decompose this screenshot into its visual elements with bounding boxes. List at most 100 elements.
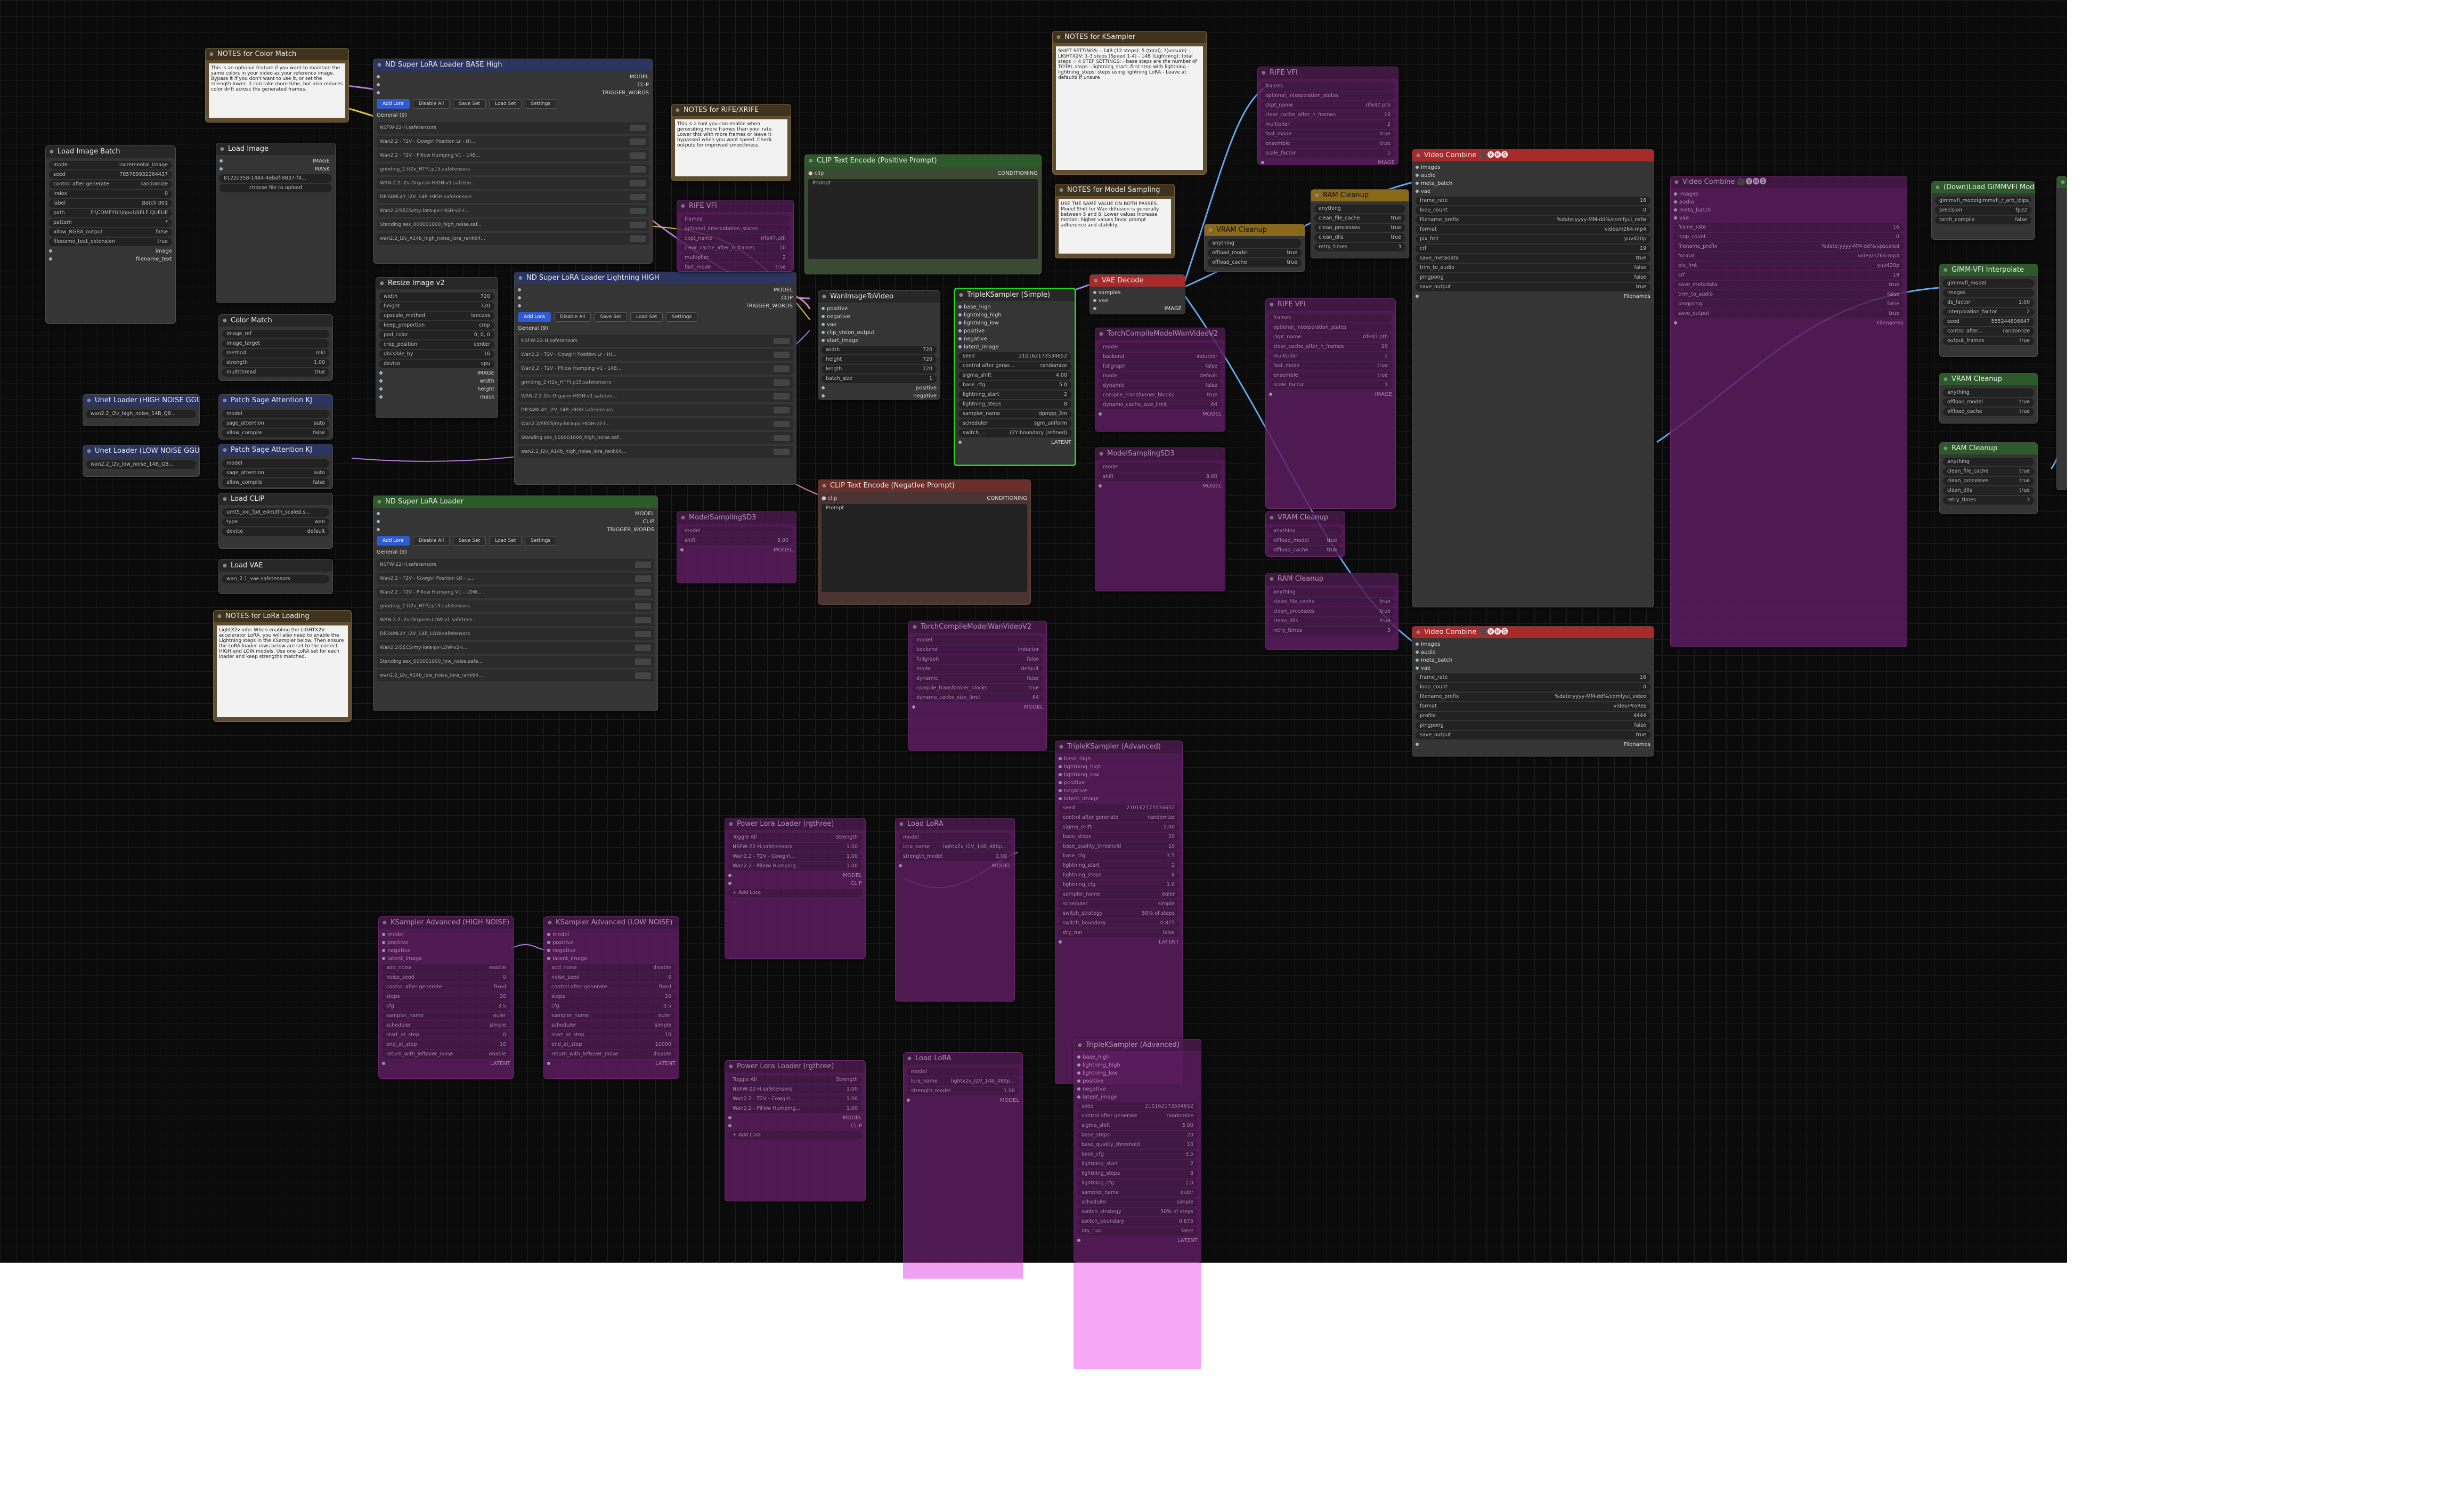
widget-nsfw-22-h-safetensors[interactable]: NSFW-22-H.safetensors 1.00 bbox=[728, 1085, 862, 1094]
vae-name-select[interactable]: wan_2.1_vae.safetensors bbox=[222, 575, 329, 583]
node-unet-loader-low[interactable]: Unet Loader (LOW NOISE GGUF) wan2.2_i2v_… bbox=[83, 445, 200, 477]
input-slot[interactable]: vae bbox=[1674, 214, 1904, 222]
output-slot[interactable]: MODEL bbox=[680, 546, 793, 554]
lora-row[interactable]: DR34ML4Y_I2V_14B_HIGH.safetensors bbox=[518, 404, 793, 416]
widget-lightning-start[interactable]: lightning_start 2 bbox=[1077, 1160, 1198, 1168]
output-slot[interactable]: IMAGE bbox=[1261, 159, 1395, 165]
node-load-image-batch[interactable]: Load Image Batch mode incremental_imagese… bbox=[45, 145, 176, 324]
node-torch-compile-2-bypassed[interactable]: TorchCompileModelWanVideoV2 model backend… bbox=[908, 621, 1047, 751]
widget-lora-name[interactable]: lora_name lightx2v_I2V_14B_480p... bbox=[907, 1077, 1019, 1086]
widget-clean-processes[interactable]: clean_processes true bbox=[1943, 477, 2034, 485]
widget-allow-compile[interactable]: allow_compile false bbox=[222, 478, 329, 487]
widget-steps[interactable]: steps 20 bbox=[382, 993, 510, 1001]
output-slot[interactable]: LATENT bbox=[382, 1060, 510, 1068]
widget-base-steps[interactable]: base_steps 20 bbox=[1059, 833, 1179, 841]
lora-button-settings[interactable]: Settings bbox=[525, 99, 557, 109]
widget-dynamo-cache-size-limit[interactable]: dynamo_cache_size_limit 64 bbox=[912, 694, 1043, 702]
widget-base-quality-threshold[interactable]: base_quality_threshold 10 bbox=[1077, 1141, 1198, 1149]
lora-row[interactable]: DR34ML4Y_I2V_14B_LOW.safetensors bbox=[377, 628, 654, 640]
widget-crf[interactable]: crf 19 bbox=[1674, 271, 1904, 280]
lora-trigger-field[interactable] bbox=[774, 338, 790, 344]
widget-end-at-step[interactable]: end_at_step 10 bbox=[382, 1040, 510, 1049]
widget-base-quality-threshold[interactable]: base_quality_threshold 10 bbox=[1059, 842, 1179, 851]
lora-trigger-field[interactable] bbox=[774, 393, 790, 400]
lora-trigger-field[interactable] bbox=[635, 631, 651, 637]
widget-dry-run[interactable]: dry_run false bbox=[1077, 1227, 1198, 1235]
notes-text[interactable]: This is a tool you can enable when gener… bbox=[675, 119, 787, 176]
input-clip[interactable]: ● clip bbox=[808, 169, 824, 178]
widget-sigma-shift[interactable]: sigma_shift 4.00 bbox=[958, 371, 1071, 380]
widget-noise-seed[interactable]: noise_seed 0 bbox=[547, 973, 676, 982]
widget-control-after-gener-[interactable]: control after gener... randomize bbox=[958, 362, 1071, 370]
widget-clean-file-cache[interactable]: clean_file_cache true bbox=[1269, 598, 1395, 606]
input-slot[interactable]: clip_vision_output bbox=[822, 329, 937, 337]
widget-sampler-name[interactable]: sampler_name euler bbox=[547, 1012, 676, 1020]
node-vram-cleanup-2[interactable]: VRAM Cleanup anythingoffload_modeltrueof… bbox=[1939, 373, 2038, 424]
widget-format[interactable]: format video/h264-mp4 bbox=[1674, 252, 1904, 261]
widget-loop-count[interactable]: loop_count 0 bbox=[1416, 206, 1650, 215]
widget-return-with-leftover-noise[interactable]: return_with_leftover_noise disable bbox=[547, 1050, 676, 1059]
widget-fullgraph[interactable]: fullgraph false bbox=[912, 655, 1043, 664]
widget-offload-model[interactable]: offload_model true bbox=[1269, 536, 1341, 545]
node-notes-rife[interactable]: NOTES for RIFE/XRIFE This is a tool you … bbox=[671, 104, 791, 181]
input-slot[interactable]: negative bbox=[1059, 787, 1179, 795]
lora-trigger-field[interactable] bbox=[630, 166, 646, 173]
widget-ckpt-name[interactable]: ckpt_name rife47.pth bbox=[1269, 333, 1392, 342]
lora-trigger-field[interactable] bbox=[774, 407, 790, 413]
output-slot[interactable]: TRIGGER_WORDS bbox=[377, 526, 654, 534]
widget-model[interactable]: model bbox=[907, 1068, 1019, 1076]
input-slot[interactable]: positive bbox=[547, 939, 676, 947]
widget-sigma-shift[interactable]: sigma_shift 5.00 bbox=[1077, 1121, 1198, 1130]
widget-frame-rate[interactable]: frame_rate 16 bbox=[1416, 673, 1650, 682]
output-slot[interactable]: CLIP bbox=[728, 880, 862, 888]
lora-row[interactable]: Wan2.2 - T2V - Cowgirl Position Lr - HI.… bbox=[518, 349, 793, 361]
lora-trigger-field[interactable] bbox=[774, 449, 790, 455]
widget-control-after-generate[interactable]: control after generate randomize bbox=[49, 180, 172, 189]
widget-anything[interactable]: anything bbox=[1269, 527, 1341, 535]
node-vae-decode[interactable]: VAE Decode samplesvaeIMAGE bbox=[1089, 274, 1185, 314]
widget-optional-interpolation-states[interactable]: optional_interpolation_states bbox=[680, 225, 790, 233]
output-conditioning[interactable]: CONDITIONING bbox=[987, 494, 1027, 503]
input-slot[interactable]: start_image bbox=[822, 337, 937, 345]
widget-switch-boundary[interactable]: switch_boundary 0.875 bbox=[1077, 1217, 1198, 1226]
node-notes-color-match[interactable]: NOTES for Color Match This is an optiona… bbox=[205, 48, 349, 123]
widget-shift[interactable]: shift 8.00 bbox=[1099, 473, 1222, 481]
lora-row[interactable]: DR34ML4Y_I2V_14B_HIGH.safetensors bbox=[377, 191, 649, 203]
widget-clean-dlls[interactable]: clean_dlls true bbox=[1269, 617, 1395, 625]
notes-text[interactable]: USE THE SAME VALUE ON BOTH PASSES. Model… bbox=[1059, 199, 1171, 254]
node-lora-loader-base-high[interactable]: ND Super LoRA Loader BASE High MODELCLIP… bbox=[373, 59, 653, 264]
node-gimm-interpolate[interactable]: GIMM-VFI Interpolate gimmvfi_modelimages… bbox=[1939, 264, 2038, 357]
widget-gimmvfi-model[interactable]: gimmvfi_modelgimmvfi_r_arb_lpips_fp3... bbox=[1935, 197, 2031, 205]
widget-seed[interactable]: seed 785769932264437 bbox=[49, 170, 172, 179]
lora-trigger-field[interactable] bbox=[630, 152, 646, 159]
output-slot[interactable]: MODEL bbox=[907, 1096, 1019, 1104]
widget-optional-interpolation-states[interactable]: optional_interpolation_states bbox=[1269, 323, 1392, 332]
lora-row[interactable]: Standing sex_000001000_high_noise.saf... bbox=[518, 432, 793, 444]
widget-index[interactable]: index 0 bbox=[49, 190, 172, 198]
widget-wan2-2-pillow-humping-[interactable]: Wan2.2 - Pillow Humping... 1.00 bbox=[728, 1104, 862, 1113]
widget-switch-strategy[interactable]: switch_strategy 50% of steps bbox=[1059, 909, 1179, 918]
positive-prompt-textarea[interactable]: Prompt bbox=[808, 179, 1038, 259]
lora-button-save-set[interactable]: Save Set bbox=[453, 536, 486, 546]
output-slot[interactable]: negative bbox=[822, 392, 937, 399]
widget-add-noise[interactable]: add_noise disable bbox=[547, 964, 676, 972]
input-slot[interactable]: lightning_low bbox=[958, 319, 1071, 327]
lora-row[interactable]: Wan2.2 - T2V - Pillow Humping V1 - 14B..… bbox=[518, 363, 793, 375]
node-ksampler-adv-low[interactable]: KSampler Advanced (LOW NOISE) modelposit… bbox=[543, 916, 679, 1079]
node-load-clip[interactable]: Load CLIP umt5_xxl_fp8_e4m3fn_scaled.s..… bbox=[218, 493, 333, 549]
widget-type[interactable]: type wan bbox=[222, 518, 329, 526]
output-slot[interactable]: width bbox=[379, 377, 494, 385]
widget-retry-times[interactable]: retry_times 3 bbox=[1269, 627, 1395, 635]
lora-trigger-field[interactable] bbox=[635, 658, 651, 665]
lora-row[interactable]: Wan2.2 - T2V - Cowgirl Position Lr - HI.… bbox=[377, 136, 649, 148]
lora-row[interactable]: WAN-2.2-I2v-Orgasm-HIGH-v1.safeten... bbox=[377, 177, 649, 189]
widget-model[interactable]: model bbox=[912, 636, 1043, 645]
input-slot[interactable]: images bbox=[1416, 640, 1650, 648]
widget-sampler-name[interactable]: sampler_name euler bbox=[1077, 1189, 1198, 1197]
node-clip-text-negative[interactable]: CLIP Text Encode (Negative Prompt) ● cli… bbox=[818, 479, 1031, 605]
widget-wan2-2-t2v-cowgirl-[interactable]: Wan2.2 - T2V - Cowgirl... 1.00 bbox=[728, 852, 862, 861]
lora-row[interactable]: Wan2.2 - T2V - Cowgirl Position LO - L..… bbox=[377, 573, 654, 584]
widget-strength-model[interactable]: strength_model 1.00 bbox=[899, 852, 1011, 861]
node-load-image[interactable]: Load Image IMAGE MASK 8122c358-1484-4ebd… bbox=[216, 143, 336, 303]
input-slot[interactable]: negative bbox=[1077, 1085, 1198, 1093]
